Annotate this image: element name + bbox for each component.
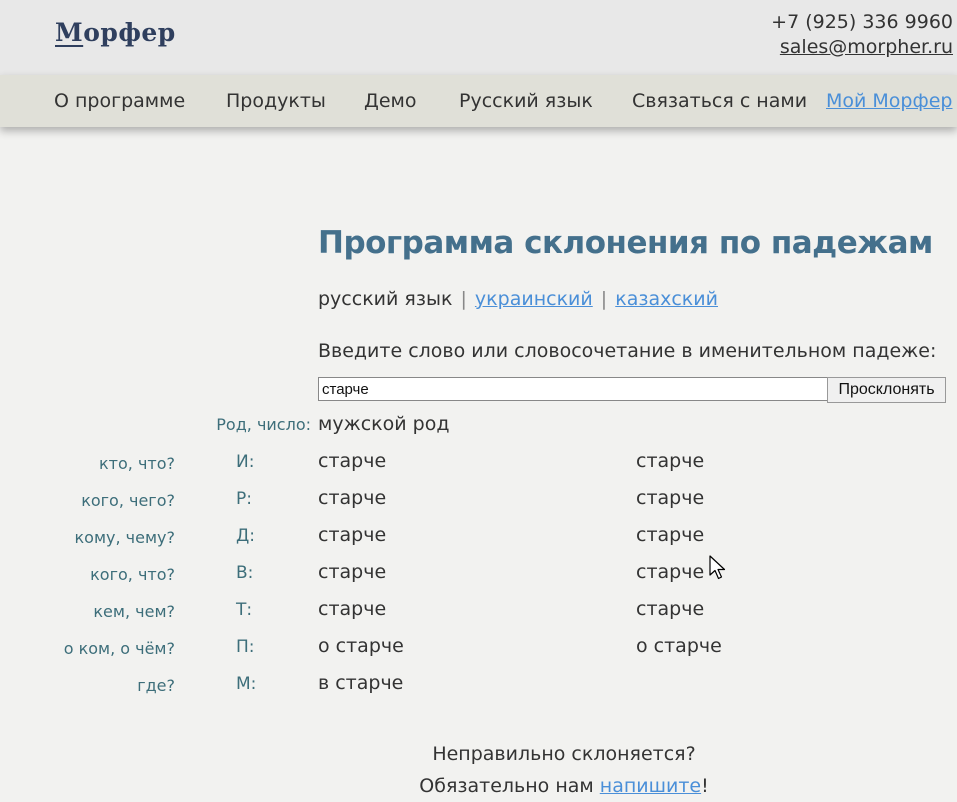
language-current: русский язык — [318, 288, 453, 310]
plural-form: старче — [636, 561, 705, 583]
plural-form: старче — [636, 524, 705, 546]
singular-form: старче — [318, 561, 387, 583]
word-input[interactable] — [318, 377, 829, 401]
top-header: Морфер +7 (925) 336 9960 sales@morpher.r… — [0, 0, 957, 75]
case-abbr: Т: — [236, 600, 253, 620]
language-link-kazakh[interactable]: казахский — [615, 288, 718, 310]
nav-item-my-morpher[interactable]: Мой Морфер — [826, 90, 952, 112]
nav-item-about[interactable]: О программе — [54, 90, 185, 112]
singular-form: в старче — [318, 672, 404, 694]
case-question: кому, чему? — [74, 528, 176, 547]
table-row: о ком, о чём? П: о старче о старче — [0, 635, 957, 667]
feedback-question: Неправильно склоняется? — [432, 743, 696, 765]
language-link-ukrainian[interactable]: украинский — [475, 288, 593, 310]
site-logo[interactable]: Морфер — [55, 18, 176, 47]
feedback-note: Неправильно склоняется? Обязательно нам … — [318, 738, 810, 802]
nav-item-products[interactable]: Продукты — [226, 90, 326, 112]
main-nav: О программе Продукты Демо Русский язык С… — [0, 75, 957, 127]
case-question: кто, что? — [99, 454, 175, 473]
case-question: о ком, о чём? — [63, 639, 175, 658]
case-abbr: Р: — [236, 489, 252, 509]
feedback-line: Обязательно нам напишите! — [318, 770, 810, 802]
nav-item-contact[interactable]: Связаться с нами — [632, 90, 807, 112]
case-question: кого, чего? — [81, 491, 175, 510]
case-question: где? — [137, 676, 175, 695]
language-separator: | — [600, 288, 608, 310]
singular-form: старче — [318, 487, 387, 509]
case-question: кого, что? — [90, 565, 175, 584]
feedback-exclaim: ! — [701, 775, 709, 797]
input-prompt: Введите слово или словосочетание в имени… — [318, 340, 937, 362]
singular-form: старче — [318, 598, 387, 620]
singular-form: о старче — [318, 635, 404, 657]
write-us-link[interactable]: напишите — [600, 775, 701, 797]
logo-initial: М — [55, 18, 84, 47]
table-row: кто, что? И: старче старче — [0, 450, 957, 482]
logo-rest: орфер — [83, 18, 176, 47]
plural-form: старче — [636, 487, 705, 509]
singular-form: старче — [318, 524, 387, 546]
email-link[interactable]: sales@morpher.ru — [780, 36, 953, 58]
nav-item-russian[interactable]: Русский язык — [459, 90, 593, 112]
gender-value: мужской род — [318, 413, 450, 435]
mouse-cursor-icon — [709, 555, 726, 580]
case-abbr: В: — [236, 563, 254, 583]
singular-form: старче — [318, 450, 387, 472]
page-title: Программа склонения по падежам — [318, 225, 933, 261]
plural-form: о старче — [636, 635, 722, 657]
language-separator: | — [460, 288, 467, 310]
nav-item-demo[interactable]: Демо — [364, 90, 417, 112]
table-row: кому, чему? Д: старче старче — [0, 524, 957, 556]
plural-form: старче — [636, 450, 705, 472]
gender-label: Род, число: — [216, 415, 311, 434]
case-abbr: П: — [236, 637, 255, 657]
plural-form: старче — [636, 598, 705, 620]
phone-number: +7 (925) 336 9960 — [771, 11, 953, 33]
language-switcher: русский язык | украинский | казахский — [318, 288, 718, 310]
table-row: кем, чем? Т: старче старче — [0, 598, 957, 630]
decline-button[interactable]: Просклонять — [827, 377, 946, 403]
feedback-text: Обязательно нам — [419, 775, 594, 797]
table-row: кого, чего? Р: старче старче — [0, 487, 957, 519]
table-row: где? М: в старче — [0, 672, 957, 704]
case-abbr: И: — [236, 452, 255, 472]
case-abbr: Д: — [236, 526, 256, 546]
table-row: кого, что? В: старче старче — [0, 561, 957, 593]
case-abbr: М: — [236, 674, 257, 694]
contact-block: +7 (925) 336 9960 sales@morpher.ru — [771, 10, 953, 60]
case-question: кем, чем? — [93, 602, 175, 621]
